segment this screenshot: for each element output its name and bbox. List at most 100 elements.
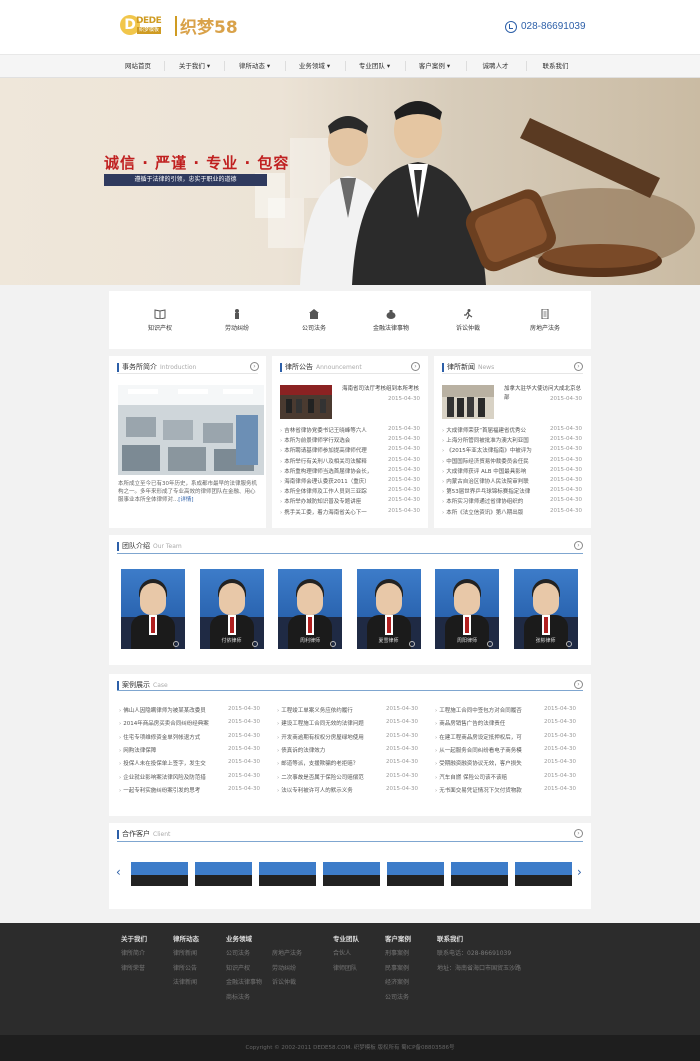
news-list-item[interactable]: › 内蒙古自治区律协人民法院审判联 [442,477,538,485]
case-item[interactable]: › 投保人未在投保单上签字，发生交 [119,759,223,767]
service-litigation[interactable]: 诉讼仲裁 [428,291,508,349]
footer-link[interactable]: 诉讼仲裁 [272,977,296,986]
case-item[interactable]: › 工程竣工单案义务应依约履行 [277,706,381,714]
nav-item-team[interactable]: 专业团队 ▾ [347,55,402,77]
case-item[interactable]: › 无书面交易凭证情况下欠付货物款 [435,786,539,794]
case-item[interactable]: › 受期融资融资协议无效，客户损失 [435,759,539,767]
team-member-photo[interactable]: 夏雪律师 [356,569,421,649]
announce-list-item[interactable]: › 吉林省律协党委书记王晓峰等六人 [280,426,376,434]
announce-list-item[interactable]: › 本所重构理律师当选首届律协会长， [280,467,376,475]
nav-item-about[interactable]: 关于我们 ▾ [167,55,222,77]
service-realestate[interactable]: 房地产法务 [505,291,585,349]
team-member-photo[interactable]: 付依律师 [199,569,264,649]
footer-link[interactable]: 联系电话：028-86691039 [437,948,511,957]
footer-link[interactable]: 民事案例 [385,963,409,972]
case-item[interactable]: › 从一起服务合同纠纷看电子商务模 [435,746,539,754]
service-finance[interactable]: 金融法律事物 [351,291,431,349]
footer-link[interactable]: 商标法务 [226,992,250,1001]
more-icon[interactable]: › [574,541,583,550]
nav-item-contact[interactable]: 联系我们 [528,55,583,77]
announce-list-item[interactable]: › 携手关工委，着力海南省关心下一 [280,508,376,516]
announce-list-item[interactable]: › 本所举行有关刑八及相关司法解释 [280,457,376,465]
site-logo[interactable]: D DEDE 织梦模板 织梦58 [120,14,242,40]
client-logo[interactable] [323,862,380,886]
news-list-item[interactable]: › 大成律师荣获“首届福建省优秀公 [442,426,538,434]
announce-list-item[interactable]: › 海南律师会理认委获2011（重庆） [280,477,376,485]
team-member-photo[interactable] [121,569,185,649]
case-item[interactable]: › 一起专利实施纠纷案引发的思考 [119,786,223,794]
more-icon[interactable]: › [574,362,583,371]
case-item[interactable]: › 在建工程商品房设定抵押权后，可 [435,733,539,741]
member-more-icon[interactable] [487,641,493,647]
member-more-icon[interactable] [173,641,179,647]
footer-link[interactable]: 合伙人 [333,948,351,957]
news-list-item[interactable]: › 中国国际经济贸易仲裁委员会任民 [442,457,538,465]
service-labor[interactable]: 劳动纠纷 [197,291,277,349]
footer-link[interactable]: 法律新闻 [173,977,197,986]
news-list-item[interactable]: › 本所《法立信资讯》第八期出版 [442,508,538,516]
more-icon[interactable]: › [574,829,583,838]
news-list-item[interactable]: › 上海分所管同被批准为澳大利亚国 [442,436,538,444]
case-item[interactable]: › 汽车自燃 保险公司该不该赔 [435,773,539,781]
news-list-item[interactable]: › 《2015年亚太法律指南》中被评为 [442,446,538,454]
case-item[interactable]: › 企业就业影响案法律风险及防范措 [119,773,223,781]
footer-link[interactable]: 知识产权 [226,963,250,972]
footer-link[interactable]: 律师团队 [333,963,357,972]
client-logo[interactable] [515,862,572,886]
carousel-prev-icon[interactable]: ‹ [116,865,121,879]
case-item[interactable]: › 二次事故是否属于保险公司赔偿范 [277,773,381,781]
footer-link[interactable]: 公司法务 [226,948,250,957]
news-list-item[interactable]: › 本所实习律师通过省律协组织的 [442,497,538,505]
nav-item-home[interactable]: 网站首页 [112,55,164,77]
footer-link[interactable]: 劳动纠纷 [272,963,296,972]
client-logo[interactable] [259,862,316,886]
footer-link[interactable]: 金融法律事物 [226,977,262,986]
announce-list-item[interactable]: › 本所举办城防知识普及专题讲座 [280,497,376,505]
nav-item-careers[interactable]: 诚聘人才 [468,55,523,77]
case-item[interactable]: › 2014年商品房买卖合同纠纷经典案 [119,719,223,727]
client-logo[interactable] [131,862,188,886]
service-corporate[interactable]: 公司法务 [274,291,354,349]
case-item[interactable]: › 开发商逾期有权权分房屋绿地使用 [277,733,381,741]
announce-list-item[interactable]: › 本所全体律师及工作人员到三亚踪 [280,487,376,495]
client-logo[interactable] [195,862,252,886]
case-item[interactable]: › 佛山人因隐瞒律师为被某某改委员 [119,706,223,714]
case-item[interactable]: › 法以专利被许可人的默示义务 [277,786,381,794]
team-member-photo[interactable]: 周利律师 [278,569,342,649]
member-more-icon[interactable] [408,641,415,647]
more-icon[interactable]: › [250,362,259,371]
footer-link[interactable]: 地址：海南省海口市国贸玉沙路 [437,963,521,972]
case-item[interactable]: › 网购法律保障 [119,746,223,754]
nav-item-dynamics[interactable]: 律所动态 ▾ [227,55,282,77]
footer-link[interactable]: 律所公告 [173,963,197,972]
announce-featured-title[interactable]: 海南省司法厅考核组到本所考核 [342,385,422,394]
footer-link[interactable]: 律所荣誉 [121,963,145,972]
member-more-icon[interactable] [565,641,572,647]
case-item[interactable]: › 商品房销售广告的法律责任 [435,719,539,727]
footer-link[interactable]: 刑事案例 [385,948,409,957]
footer-link[interactable]: 房地产法务 [272,948,302,957]
client-logo[interactable] [451,862,508,886]
service-ip[interactable]: 知识产权 [120,291,200,349]
announce-list-item[interactable]: › 本所为前景律师学行双选会 [280,436,376,444]
more-icon[interactable]: › [411,362,420,371]
member-more-icon[interactable] [330,641,336,647]
announce-list-item[interactable]: › 本所聘请基律师参加提高律师代理 [280,446,376,454]
nav-item-business[interactable]: 业务领域 ▾ [287,55,342,77]
case-item[interactable]: › 债真诉的法律效力 [277,746,381,754]
client-logo[interactable] [387,862,444,886]
footer-link[interactable]: 律所简介 [121,948,145,957]
team-member-photo[interactable]: 周阳律师 [435,569,499,649]
news-list-item[interactable]: › 大成律师获评 ALB 中国最具影响 [442,467,538,475]
footer-link[interactable]: 律所新闻 [173,948,197,957]
case-item[interactable]: › 邮道等派，支援欺骗的老拒赔？ [277,759,381,767]
nav-item-cases[interactable]: 客户案例 ▾ [407,55,462,77]
footer-link[interactable]: 公司法务 [385,992,409,1001]
member-more-icon[interactable] [251,641,258,647]
news-list-item[interactable]: › 第53届世界乒乓球锦标赛指定法律 [442,487,538,495]
case-item[interactable]: › 建设工程施工合同无效的法律问题 [277,719,381,727]
case-item[interactable]: › 住宅专项维修资金单列帐退方式 [119,733,223,741]
intro-more-link[interactable]: [详情] [178,497,193,503]
team-member-photo[interactable]: 张彬律师 [513,569,578,649]
footer-link[interactable]: 经济案例 [385,977,409,986]
